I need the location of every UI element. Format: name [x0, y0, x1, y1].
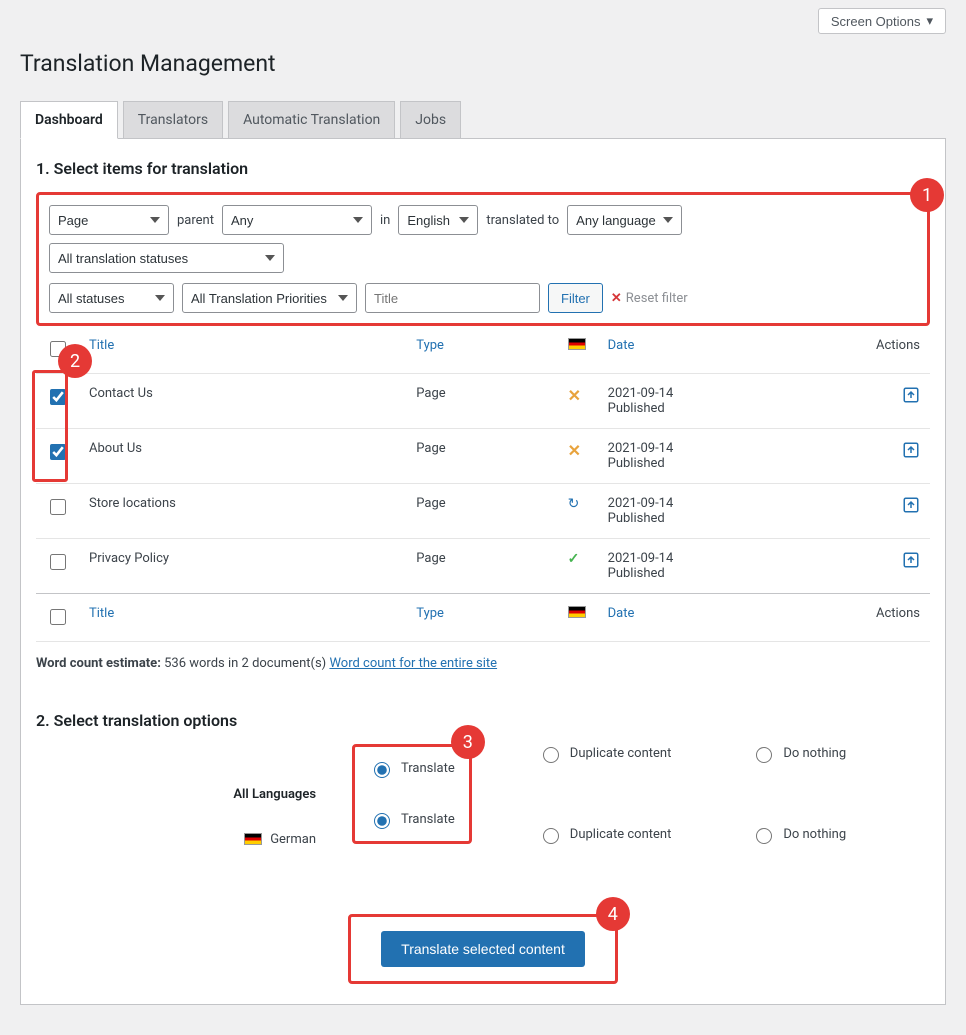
- step2-heading: 2. Select translation options: [36, 711, 930, 730]
- row-type: Page: [406, 484, 557, 539]
- reset-filter-label: Reset filter: [626, 291, 688, 306]
- all-languages-label: All Languages: [36, 787, 366, 802]
- status-select[interactable]: All statuses: [49, 283, 174, 313]
- table-row: About Us Page ✕ 2021-09-14 Published: [36, 429, 930, 484]
- german-nothing-radio[interactable]: Do nothing: [751, 825, 846, 844]
- parent-label: parent: [177, 213, 214, 228]
- row-state: Published: [608, 456, 850, 471]
- source-language-select[interactable]: English: [398, 205, 478, 235]
- row-checkbox[interactable]: [50, 499, 66, 515]
- col-date-footer[interactable]: Date: [598, 594, 860, 642]
- reset-filter-link[interactable]: ✕ Reset filter: [611, 291, 688, 306]
- col-title[interactable]: Title: [79, 326, 406, 374]
- row-type: Page: [406, 539, 557, 594]
- target-language-select[interactable]: Any language: [567, 205, 682, 235]
- col-date[interactable]: Date: [598, 326, 860, 374]
- translate-action-icon[interactable]: [902, 389, 920, 408]
- row-checkbox[interactable]: [50, 444, 66, 460]
- all-nothing-radio[interactable]: Do nothing: [751, 744, 846, 763]
- status-not-translated-icon: ✕: [568, 441, 581, 460]
- tab-translators[interactable]: Translators: [123, 101, 223, 139]
- translation-status-select[interactable]: All translation statuses: [49, 243, 284, 273]
- tab-jobs[interactable]: Jobs: [400, 101, 461, 139]
- col-actions: Actions: [860, 326, 930, 374]
- tab-dashboard[interactable]: Dashboard: [20, 101, 118, 139]
- items-table: Title Type Date Actions 2 Contact Us Pag…: [36, 326, 930, 642]
- german-translate-radio[interactable]: Translate: [369, 810, 455, 829]
- row-title: Store locations: [79, 484, 406, 539]
- col-type-footer[interactable]: Type: [406, 594, 557, 642]
- row-title: Privacy Policy: [79, 539, 406, 594]
- table-row: Store locations Page ↻ 2021-09-14 Publis…: [36, 484, 930, 539]
- german-language-label: German: [270, 832, 316, 847]
- status-needs-update-icon: ↻: [568, 496, 580, 512]
- word-count-estimate: Word count estimate: 536 words in 2 docu…: [36, 656, 930, 671]
- row-type: Page: [406, 374, 557, 429]
- row-title: About Us: [79, 429, 406, 484]
- translate-action-icon[interactable]: [902, 444, 920, 463]
- translate-action-icon[interactable]: [902, 554, 920, 573]
- translate-action-icon[interactable]: [902, 499, 920, 518]
- title-search-input[interactable]: [365, 283, 540, 313]
- tab-automatic-translation[interactable]: Automatic Translation: [228, 101, 395, 139]
- row-date: 2021-09-14: [608, 386, 850, 401]
- table-row: 2 Contact Us Page ✕ 2021-09-14 Published: [36, 374, 930, 429]
- marker-2: 2: [58, 344, 92, 378]
- parent-select[interactable]: Any: [222, 205, 372, 235]
- close-icon: ✕: [611, 291, 622, 306]
- german-flag-icon: [568, 338, 586, 350]
- row-date: 2021-09-14: [608, 551, 850, 566]
- row-state: Published: [608, 511, 850, 526]
- filter-box: 1 Page parent Any in English translated …: [36, 192, 930, 326]
- tabs: Dashboard Translators Automatic Translat…: [20, 101, 946, 139]
- status-complete-icon: ✓: [568, 551, 580, 567]
- priority-select[interactable]: All Translation Priorities: [182, 283, 357, 313]
- german-flag-icon: [244, 833, 262, 845]
- in-label: in: [380, 213, 390, 228]
- row-title: Contact Us: [79, 374, 406, 429]
- translate-selected-button[interactable]: Translate selected content: [381, 931, 585, 967]
- col-type[interactable]: Type: [406, 326, 557, 374]
- word-count-prefix: Word count estimate:: [36, 656, 161, 671]
- row-checkbox[interactable]: [50, 554, 66, 570]
- screen-options-button[interactable]: Screen Options ▾: [818, 8, 946, 34]
- screen-options-label: Screen Options: [831, 14, 921, 29]
- row-checkbox[interactable]: [50, 389, 66, 405]
- table-row: Privacy Policy Page ✓ 2021-09-14 Publish…: [36, 539, 930, 594]
- submit-highlight: 4 Translate selected content: [348, 914, 618, 984]
- word-count-text: 536 words in 2 document(s): [164, 656, 326, 671]
- col-title-footer[interactable]: Title: [79, 594, 406, 642]
- marker-3: 3: [451, 725, 485, 759]
- german-flag-icon: [568, 606, 586, 618]
- row-type: Page: [406, 429, 557, 484]
- step1-heading: 1. Select items for translation: [36, 159, 930, 178]
- page-title: Translation Management: [20, 50, 946, 77]
- marker-1: 1: [910, 178, 944, 212]
- row-date: 2021-09-14: [608, 496, 850, 511]
- all-duplicate-radio[interactable]: Duplicate content: [538, 744, 672, 763]
- caret-down-icon: ▾: [926, 13, 933, 29]
- col-actions-footer: Actions: [860, 594, 930, 642]
- dashboard-panel: 1. Select items for translation 1 Page p…: [20, 139, 946, 1005]
- marker-4: 4: [596, 897, 630, 931]
- filter-button[interactable]: Filter: [548, 283, 603, 313]
- select-all-checkbox-footer[interactable]: [50, 609, 66, 625]
- all-translate-radio[interactable]: Translate: [369, 759, 455, 778]
- row-state: Published: [608, 401, 850, 416]
- german-duplicate-radio[interactable]: Duplicate content: [538, 825, 672, 844]
- word-count-link[interactable]: Word count for the entire site: [329, 656, 497, 671]
- translated-to-label: translated to: [486, 213, 559, 228]
- status-not-translated-icon: ✕: [568, 386, 581, 405]
- row-date: 2021-09-14: [608, 441, 850, 456]
- post-type-select[interactable]: Page: [49, 205, 169, 235]
- row-state: Published: [608, 566, 850, 581]
